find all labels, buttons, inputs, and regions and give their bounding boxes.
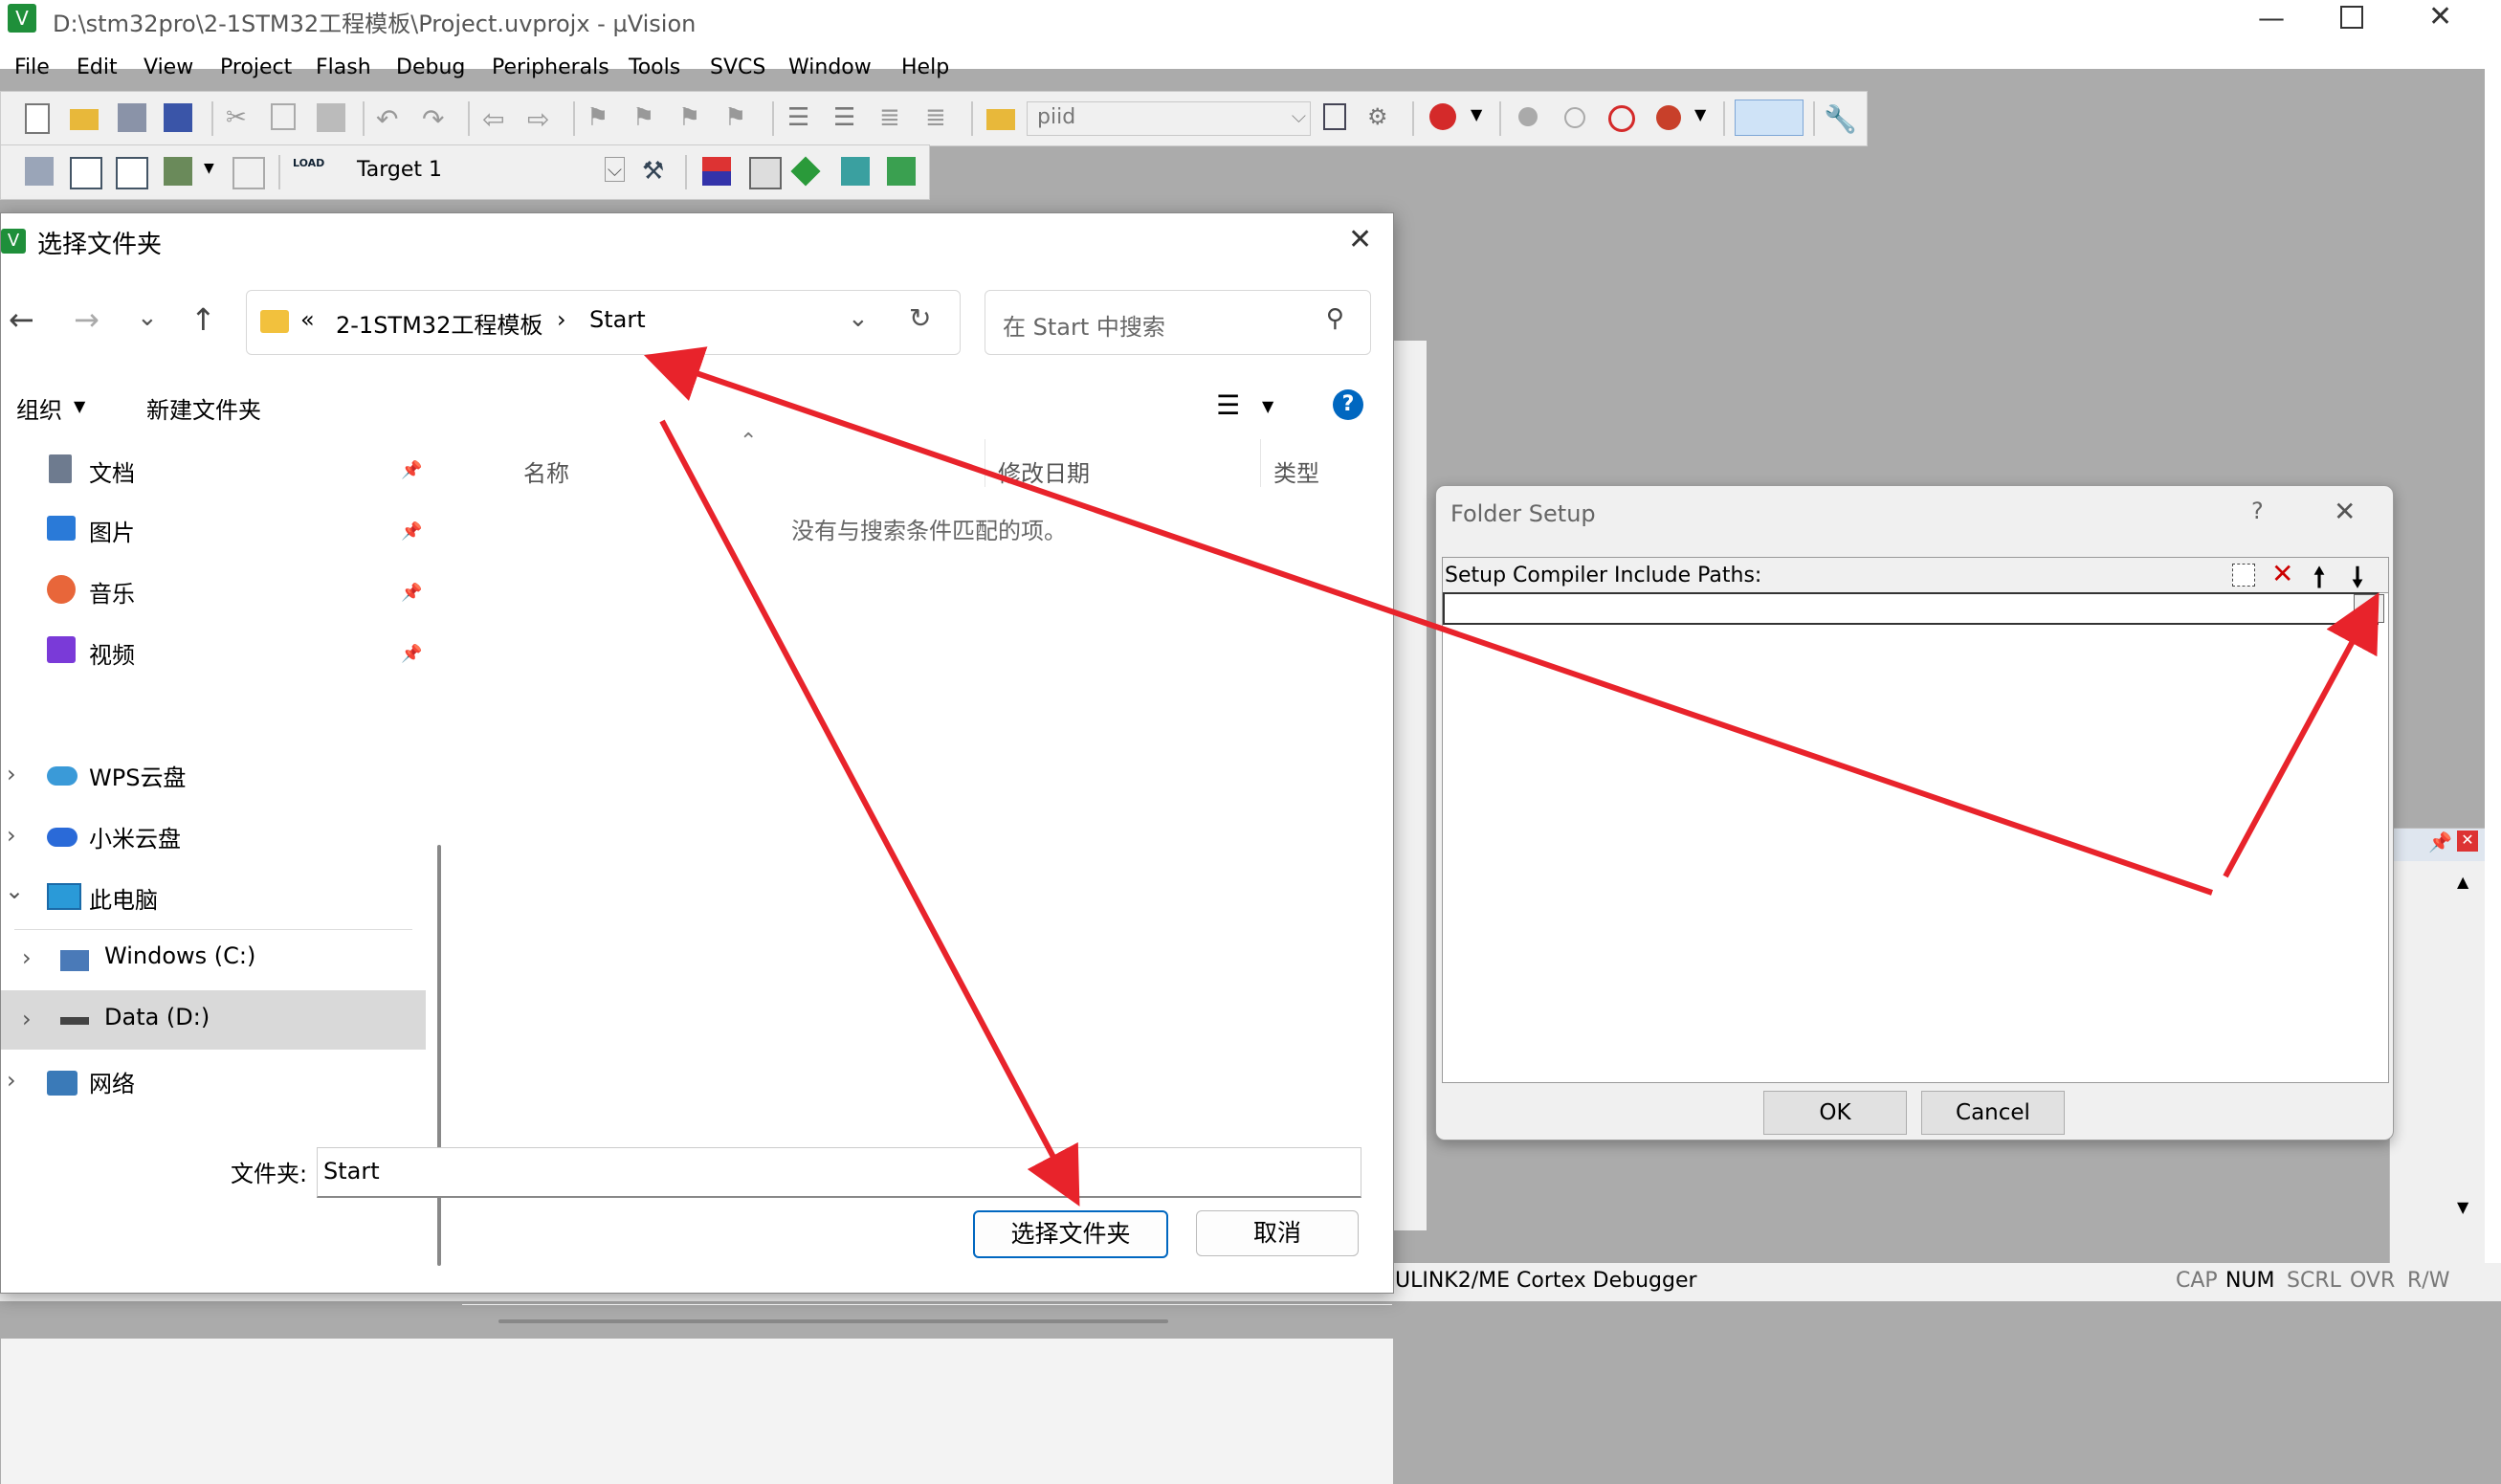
horizontal-scrollbar[interactable] (498, 1319, 1168, 1323)
arrow-to-address-bar (643, 346, 2213, 896)
dialog-footer (1, 1339, 1393, 1484)
annotation-arrows (643, 346, 2379, 1207)
file-list-bottom-border (462, 1304, 1392, 1305)
arrow-to-browse-button (2223, 592, 2379, 878)
arrow-to-select-folder-button (659, 419, 1080, 1207)
